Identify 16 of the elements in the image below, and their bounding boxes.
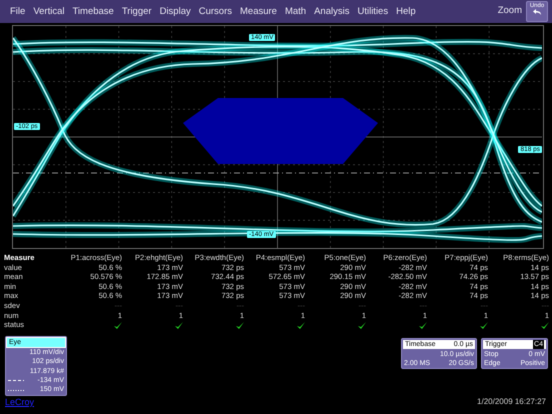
menu-item[interactable]: Display [156, 0, 195, 23]
menu-item[interactable]: Analysis [310, 0, 354, 23]
menu-item[interactable]: Trigger [118, 0, 156, 23]
menu-item[interactable]: File [6, 0, 30, 23]
zoom-label: Zoom [498, 4, 522, 18]
menu-item[interactable]: Utilities [353, 0, 392, 23]
menu-item[interactable]: Measure [236, 0, 281, 23]
undo-icon [532, 9, 542, 16]
menu-item[interactable]: Timebase [68, 0, 118, 23]
menu-item[interactable]: Cursors [194, 0, 236, 23]
line-style-icon [8, 379, 24, 382]
menu-item[interactable]: Help [392, 0, 420, 23]
menu-item[interactable]: Math [280, 0, 310, 23]
date-time: 1/20/2009 16:27:27 [477, 396, 546, 408]
line-style-icon [8, 388, 24, 392]
menu-item[interactable]: Vertical [29, 0, 68, 23]
